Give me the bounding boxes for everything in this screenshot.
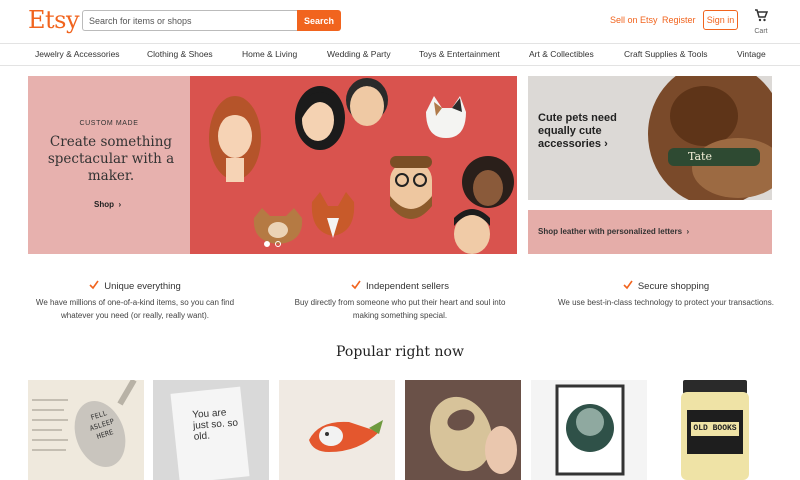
hero-banner[interactable]: CUSTOM MADE Create something spectacular…: [28, 76, 517, 254]
chevron-right-icon: ›: [684, 227, 690, 236]
popular-items-grid: FELL ASLEEP HERE You are just so. so old…: [28, 380, 773, 480]
sign-in-button[interactable]: Sign in: [703, 10, 738, 30]
popular-item-tile[interactable]: FELL ASLEEP HERE: [28, 380, 144, 480]
value-prop-title: Independent sellers: [285, 280, 515, 292]
hero-text-panel: CUSTOM MADE Create something spectacular…: [28, 76, 190, 254]
product-image: [405, 380, 521, 480]
product-image: [531, 380, 647, 480]
search-input[interactable]: [82, 10, 298, 31]
value-prop-title: Secure shopping: [551, 280, 781, 292]
cart-icon: [755, 9, 769, 22]
value-prop-title-text: Unique everything: [104, 281, 181, 292]
value-prop-unique: Unique everything We have millions of on…: [20, 280, 250, 322]
category-toys-entertainment[interactable]: Toys & Entertainment: [419, 49, 500, 59]
carousel-dot-active[interactable]: [264, 241, 270, 247]
value-prop-secure: Secure shopping We use best-in-class tec…: [551, 280, 781, 309]
category-clothing-shoes[interactable]: Clothing & Shoes: [147, 49, 213, 59]
product-image: [279, 380, 395, 480]
search-button[interactable]: Search: [297, 10, 341, 31]
value-prop-title-text: Secure shopping: [637, 281, 710, 292]
cart-label: Cart: [754, 28, 768, 35]
leather-promo-card[interactable]: Shop leather with personalized letters ›: [528, 210, 772, 254]
register-link[interactable]: Register: [662, 15, 696, 25]
pets-promo-card[interactable]: Tate Cute pets need equally cute accesso…: [528, 76, 772, 200]
category-craft-supplies-tools[interactable]: Craft Supplies & Tools: [624, 49, 707, 59]
value-prop-title: Unique everything: [20, 280, 250, 292]
cart-button[interactable]: Cart: [750, 9, 772, 35]
value-prop-title-text: Independent sellers: [366, 281, 449, 292]
popular-heading: Popular right now: [336, 344, 464, 360]
leather-promo-label-text: Shop leather with personalized letters: [538, 227, 683, 236]
portrait-pins-illustration: [209, 78, 514, 254]
carousel-dot[interactable]: [275, 241, 281, 247]
hero-illustration: [190, 76, 517, 254]
category-jewelry-accessories[interactable]: Jewelry & Accessories: [35, 49, 120, 59]
etsy-logo[interactable]: Etsy: [28, 6, 80, 34]
leather-promo-label: Shop leather with personalized letters ›: [538, 227, 689, 236]
checkmark-icon: [351, 280, 361, 290]
checkmark-icon: [623, 280, 633, 290]
popular-item-tile[interactable]: [405, 380, 521, 480]
popular-item-tile[interactable]: You are just so. so old.: [153, 380, 269, 480]
popular-item-tile[interactable]: [531, 380, 647, 480]
value-prop-text: Buy directly from someone who put their …: [294, 298, 506, 320]
site-header: Etsy Search Sell on Etsy Register Sign i…: [0, 0, 800, 43]
category-wedding-party[interactable]: Wedding & Party: [327, 49, 391, 59]
popular-item-tile[interactable]: [279, 380, 395, 480]
sell-on-etsy-link[interactable]: Sell on Etsy: [610, 15, 658, 25]
collar-name-tag: Tate: [688, 150, 712, 163]
popular-item-tile[interactable]: OLD BOOKS: [657, 380, 773, 480]
hero-shop-link[interactable]: Shop ›: [94, 200, 121, 209]
hero-shop-label: Shop: [94, 200, 114, 209]
chevron-right-icon: ›: [604, 138, 608, 150]
category-home-living[interactable]: Home & Living: [242, 49, 297, 59]
hero-title: Create something spectacular with a make…: [47, 134, 175, 184]
value-prop-text: We have millions of one-of-a-kind items,…: [35, 298, 235, 320]
chevron-right-icon: ›: [116, 200, 122, 209]
value-prop-text: We use best-in-class technology to prote…: [558, 298, 774, 307]
product-image-text: You are just so. so old.: [191, 407, 239, 443]
checkmark-icon: [89, 280, 99, 290]
hero-eyebrow: CUSTOM MADE: [79, 120, 139, 127]
category-vintage[interactable]: Vintage: [737, 49, 766, 59]
category-art-collectibles[interactable]: Art & Collectibles: [529, 49, 594, 59]
value-prop-sellers: Independent sellers Buy directly from so…: [285, 280, 515, 322]
pets-promo-title: Cute pets need equally cute accessories …: [538, 112, 638, 151]
category-nav: Jewelry & Accessories Clothing & Shoes H…: [0, 43, 800, 66]
product-image-text: OLD BOOKS: [693, 424, 737, 433]
